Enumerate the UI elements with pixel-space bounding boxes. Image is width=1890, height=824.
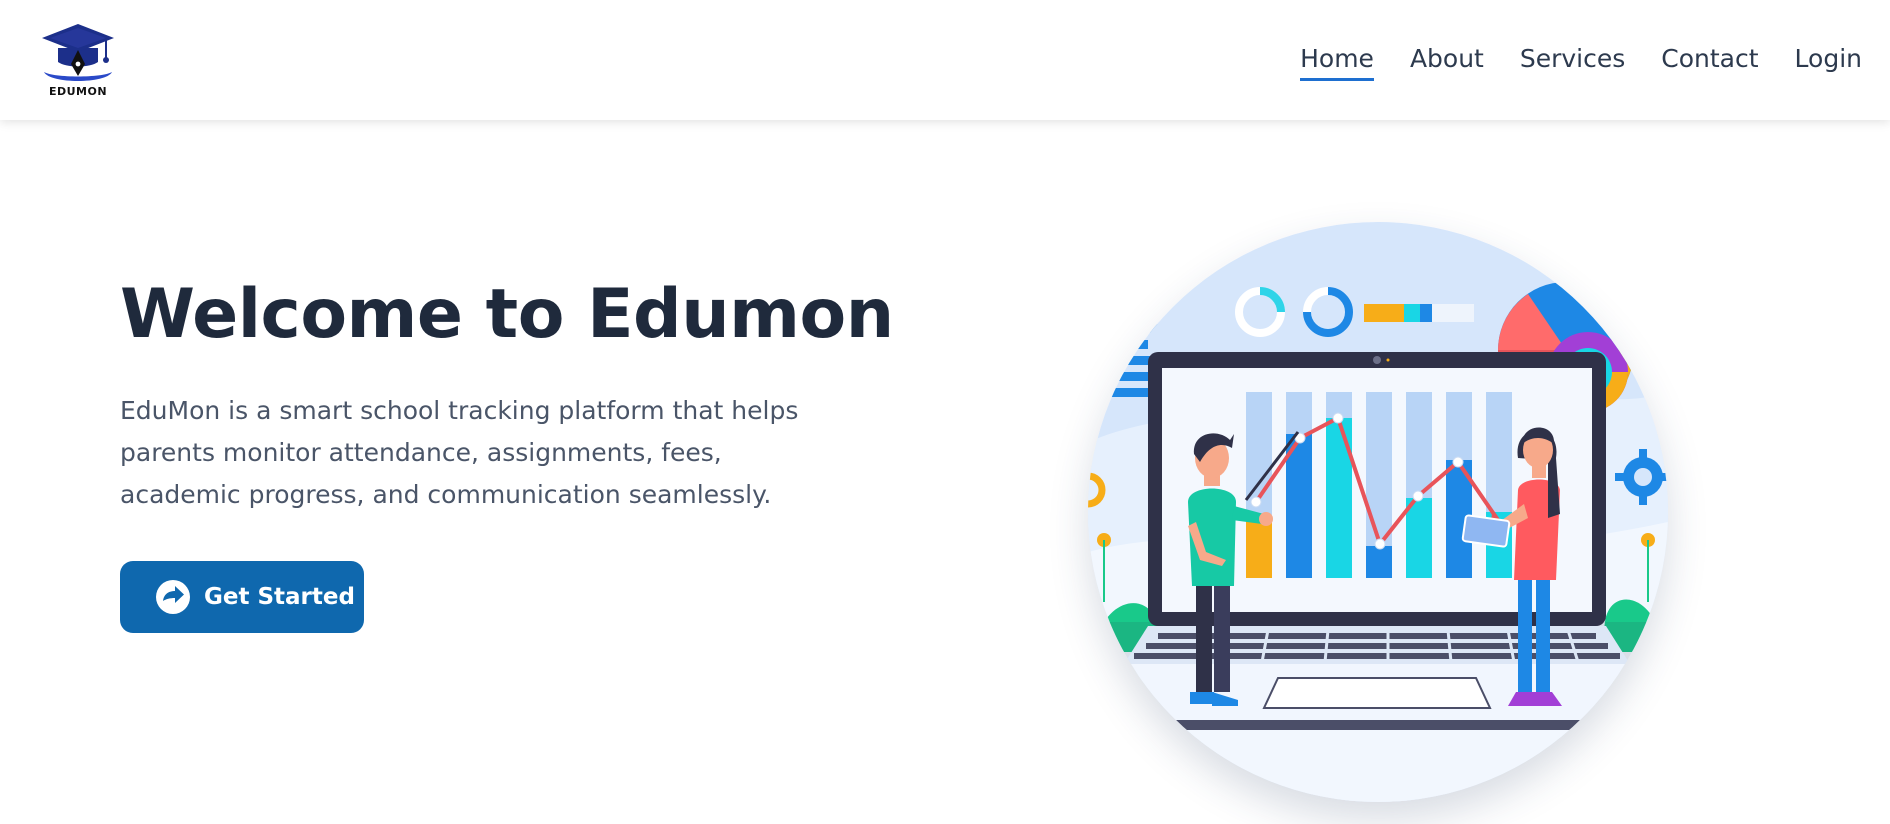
brand-logo[interactable]: EDUMON (38, 20, 118, 100)
navbar: EDUMON Home About Services Contact Login (0, 0, 1890, 120)
nav-services[interactable]: Services (1520, 44, 1625, 81)
brand-name: EDUMON (48, 85, 108, 98)
analytics-dashboard-illustration (1088, 222, 1668, 802)
nav-contact[interactable]: Contact (1661, 44, 1758, 81)
nav-about[interactable]: About (1410, 44, 1484, 81)
main-nav: Home About Services Contact Login (1300, 44, 1862, 81)
get-started-button[interactable]: Get Started (120, 561, 364, 633)
hero-title: Welcome to Edumon (120, 275, 894, 354)
progress-bar-graphic (1364, 304, 1474, 322)
graduation-cap-icon (42, 24, 114, 81)
hero-description: EduMon is a smart school tracking platfo… (120, 396, 799, 509)
arrow-circle-right-icon (156, 580, 190, 614)
get-started-label: Get Started (204, 584, 355, 610)
nav-login[interactable]: Login (1795, 44, 1862, 81)
nav-home[interactable]: Home (1300, 44, 1374, 81)
